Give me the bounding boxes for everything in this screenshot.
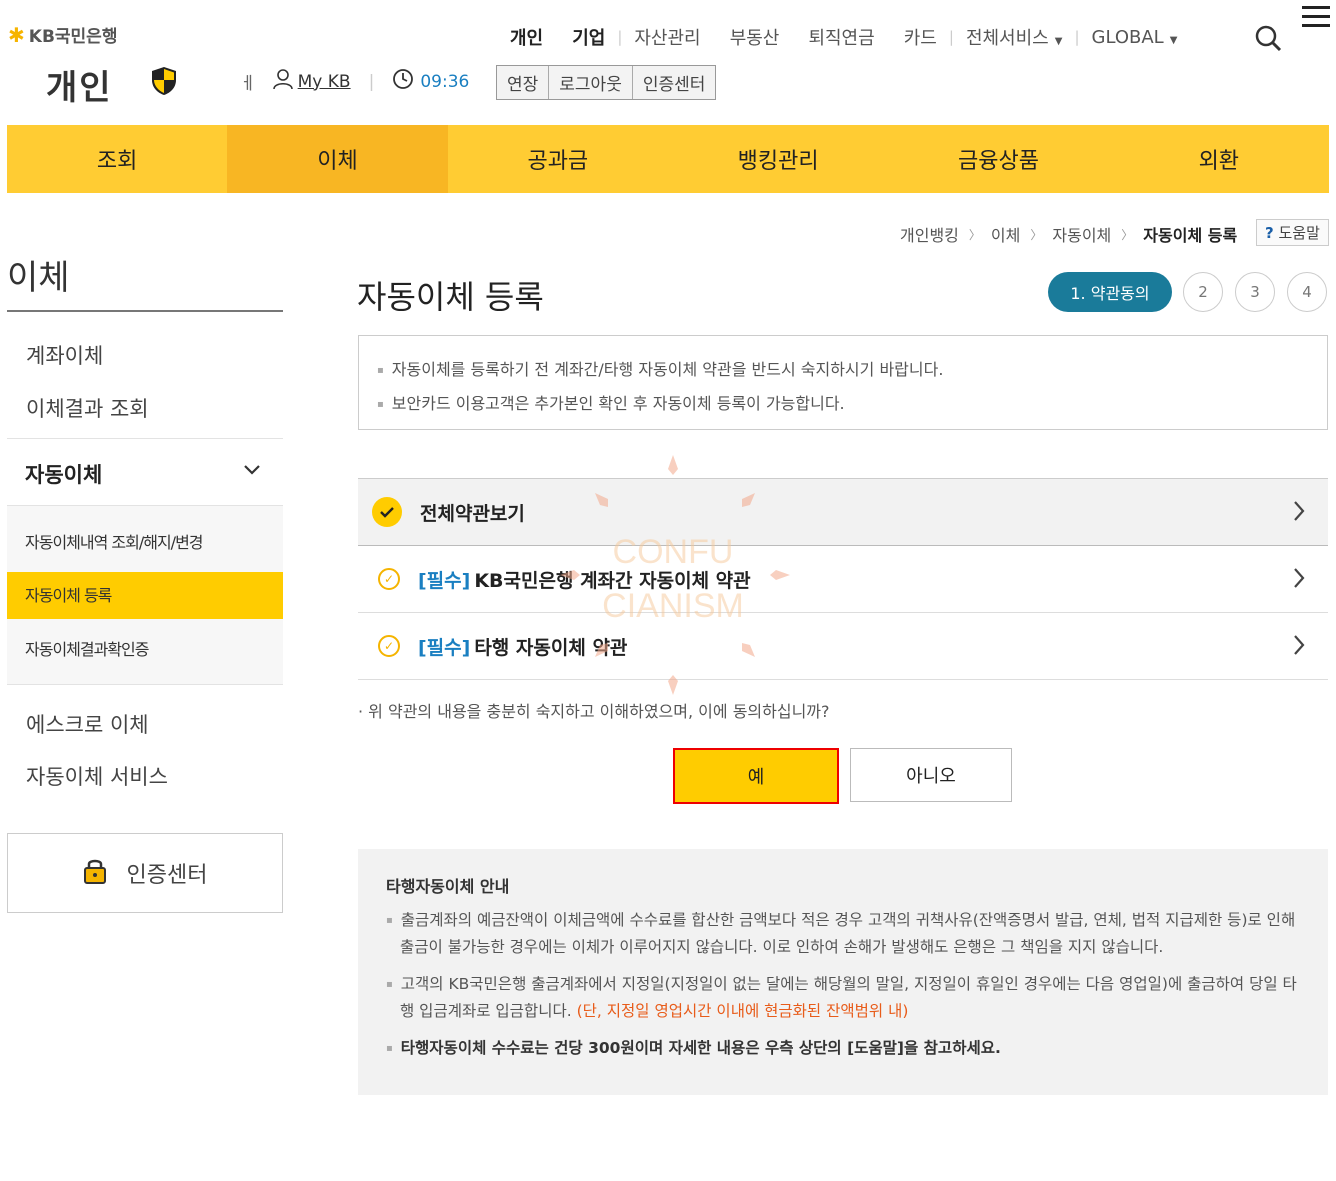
watermark-line1: CONFU [613, 533, 734, 571]
breadcrumb: 개인뱅킹 〉 이체 〉 자동이체 〉 자동이체 등록 [900, 222, 1237, 246]
lnb-item-escrow[interactable]: 에스크로 이체 [26, 709, 149, 739]
topnav-corporate[interactable]: 기업 [572, 24, 605, 50]
cert-center-label: 인증센터 [126, 863, 208, 888]
cert-center-button[interactable]: 인증센터 [633, 66, 716, 99]
user-icon [272, 68, 294, 95]
check-circle-icon[interactable]: ✓ [378, 568, 400, 590]
session-timer: 09:36 [420, 71, 470, 92]
check-icon[interactable] [372, 497, 402, 527]
lnb-section-auto-transfer[interactable]: 자동이체 [7, 438, 283, 505]
lnb-sub-inquiry[interactable]: 자동이체내역 조회/해지/변경 [25, 529, 204, 553]
watermark: CONFU CIANISM [560, 455, 790, 695]
logout-button[interactable]: 로그아웃 [549, 66, 633, 99]
check-circle-icon[interactable]: ✓ [378, 635, 400, 657]
notice-box: 자동이체를 등록하기 전 계좌간/타행 자동이체 약관을 반드시 숙지하시기 바… [358, 335, 1328, 430]
gnb-banking-mgmt[interactable]: 뱅킹관리 [668, 125, 888, 193]
search-icon[interactable] [1254, 24, 1282, 56]
topnav-card[interactable]: 카드 [904, 24, 937, 50]
clock-icon [392, 68, 414, 95]
guide-item-highlight: (단, 지정일 영업시간 이내에 현금화된 잔액범위 내) [576, 1002, 909, 1020]
chevron-down-icon [243, 461, 261, 480]
topnav-personal[interactable]: 개인 [510, 24, 543, 50]
chevron-right-icon [1292, 496, 1306, 529]
yes-button[interactable]: 예 [673, 748, 839, 804]
session-buttons: 연장 로그아웃 인증센터 [496, 65, 717, 100]
topnav-asset[interactable]: 자산관리 [634, 24, 700, 50]
caret-down-icon: ▼ [1169, 34, 1178, 46]
truncated-text: ㅔ [240, 74, 256, 94]
chevron-right-icon: 〉 [968, 227, 981, 242]
terms-all-row[interactable]: 전체약관보기 [358, 478, 1328, 546]
guide-item: 고객의 KB국민은행 출금계좌에서 지정일(지정일이 없는 달에는 해당월의 말… [386, 971, 1300, 1025]
session-bar: ㅔ My KB | 09:36 [240, 68, 469, 95]
topnav-pension[interactable]: 퇴직연금 [808, 24, 874, 50]
lnb-title: 이체 [7, 258, 70, 298]
kb-logo[interactable]: ✱ KB국민은행 [8, 22, 117, 48]
agree-question: · 위 약관의 내용을 충분히 숙지하고 이해하였으며, 이에 동의하십니까? [358, 702, 830, 721]
topnav-realestate[interactable]: 부동산 [730, 24, 780, 50]
lock-icon [83, 856, 107, 890]
gnb-forex[interactable]: 외환 [1109, 125, 1329, 193]
terms-row-kb[interactable]: ✓ [필수] KB국민은행 계좌간 자동이체 약관 [358, 546, 1328, 613]
question-icon: ? [1265, 224, 1274, 242]
watermark-line2: CIANISM [602, 587, 744, 625]
breadcrumb-item[interactable]: 개인뱅킹 [900, 222, 959, 246]
lnb-divider [7, 310, 283, 312]
chevron-right-icon: 〉 [1121, 227, 1134, 242]
caret-down-icon: ▼ [1054, 36, 1063, 47]
lnb-item-transfer-result[interactable]: 이체결과 조회 [26, 393, 149, 423]
persona-title: 개인 [46, 68, 113, 108]
lnb-sub-certificate[interactable]: 자동이체결과확인증 [25, 636, 149, 660]
main-navigation: 조회 이체 공과금 뱅킹관리 금융상품 외환 [7, 125, 1329, 193]
lnb-sub-register[interactable]: 자동이체 등록 [7, 572, 283, 619]
guide-box: 타행자동이체 안내 출금계좌의 예금잔액이 이체금액에 수수료를 합산한 금액보… [358, 849, 1328, 1095]
lnb-item-account-transfer[interactable]: 계좌이체 [26, 340, 103, 370]
topnav-global-label: GLOBAL [1091, 26, 1164, 48]
kb-star-icon: ✱ [8, 22, 25, 47]
breadcrumb-item[interactable]: 자동이체 [1052, 222, 1111, 246]
gnb-utility[interactable]: 공과금 [448, 125, 668, 193]
lnb-section-label: 자동이체 [25, 463, 103, 487]
chevron-right-icon: 〉 [1030, 227, 1043, 242]
guide-title: 타행자동이체 안내 [386, 877, 510, 896]
notice-item: 자동이체를 등록하기 전 계좌간/타행 자동이체 약관을 반드시 숙지하시기 바… [377, 356, 1309, 380]
breadcrumb-item[interactable]: 이체 [991, 222, 1020, 246]
lnb-item-auto-service[interactable]: 자동이체 서비스 [26, 761, 168, 791]
topnav-allservices-label: 전체서비스 [965, 28, 1049, 49]
agree-question-text: 위 약관의 내용을 충분히 숙지하고 이해하였으며, 이에 동의하십니까? [368, 702, 830, 721]
terms-row-other-bank[interactable]: ✓ [필수] 타행 자동이체 약관 [358, 613, 1328, 680]
topnav-global[interactable]: GLOBAL ▼ [1092, 27, 1178, 48]
topnav-allservices[interactable]: 전체서비스 ▼ [966, 24, 1063, 50]
step-4: 4 [1287, 272, 1327, 312]
notice-item: 보안카드 이용고객은 추가본인 확인 후 자동이체 등록이 가능합니다. [377, 390, 1309, 414]
guide-item: 출금계좌의 예금잔액이 이체금액에 수수료를 합산한 금액보다 적은 경우 고객… [386, 907, 1300, 961]
terms-list: 전체약관보기 ✓ [필수] KB국민은행 계좌간 자동이체 약관 ✓ [필수] 타행… [358, 478, 1328, 680]
page-title: 자동이체 등록 [357, 278, 544, 316]
lnb-submenu: 자동이체내역 조회/해지/변경 자동이체 등록 자동이체결과확인증 [7, 505, 283, 685]
guide-item-fee: 타행자동이체 수수료는 건당 300원이며 자세한 내용은 우측 상단의 [도움… [386, 1035, 1300, 1062]
step-2: 2 [1183, 272, 1223, 312]
gnb-financial-products[interactable]: 금융상품 [888, 125, 1108, 193]
top-navigation: 개인 | 기업 | 자산관리 | 부동산 | 퇴직연금 | 카드 | 전체서비스… [510, 24, 1177, 50]
cert-center-box[interactable]: 인증센터 [7, 833, 283, 913]
no-button[interactable]: 아니오 [850, 748, 1012, 802]
menu-icon[interactable] [1302, 6, 1330, 33]
required-tag: [필수] [418, 569, 471, 592]
chevron-right-icon [1292, 563, 1306, 596]
gnb-inquiry[interactable]: 조회 [7, 125, 227, 193]
chevron-right-icon [1292, 630, 1306, 663]
terms-all-label: 전체약관보기 [420, 502, 525, 525]
breadcrumb-current: 자동이체 등록 [1143, 226, 1238, 245]
help-label: 도움말 [1278, 224, 1320, 242]
security-shield-icon[interactable] [150, 66, 178, 100]
step-3: 3 [1235, 272, 1275, 312]
mykb-link[interactable]: My KB [298, 72, 351, 92]
step-1-active: 1. 약관동의 [1048, 272, 1172, 312]
required-tag: [필수] [418, 636, 471, 659]
gnb-transfer[interactable]: 이체 [227, 125, 448, 193]
extend-button[interactable]: 연장 [497, 66, 550, 99]
help-button[interactable]: ? 도움말 [1256, 219, 1329, 246]
